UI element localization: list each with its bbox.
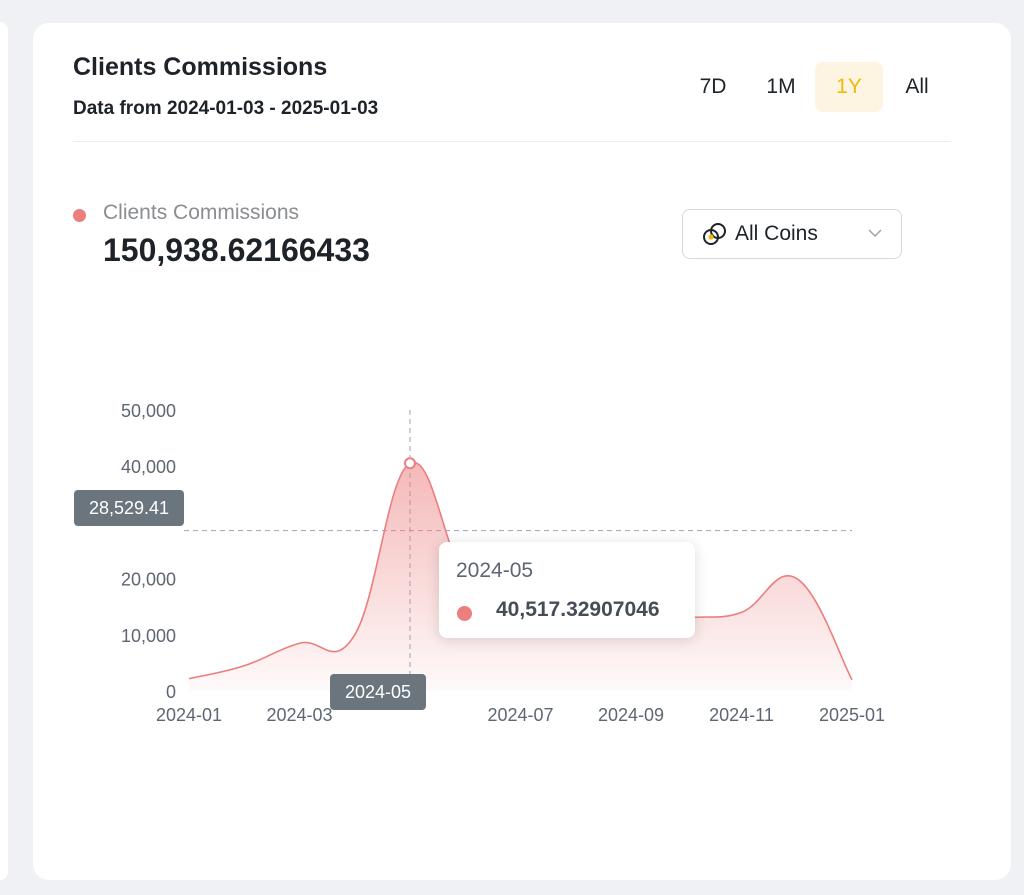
data-point[interactable] [794, 576, 800, 582]
data-point[interactable] [297, 640, 303, 646]
data-point[interactable] [849, 677, 855, 683]
x-tick-label: 2024-01 [156, 705, 222, 725]
y-tick-label: 10,000 [121, 626, 176, 646]
x-tick-label: 2025-01 [819, 705, 885, 725]
x-tick-label: 2024-07 [487, 705, 553, 725]
y-tick-label: 20,000 [121, 570, 176, 590]
tooltip-date: 2024-05 [456, 559, 534, 582]
data-point[interactable] [186, 676, 192, 682]
x-tick-label: 2024-03 [266, 705, 332, 725]
x-axis-pointer-label: 2024-05 [330, 674, 426, 710]
data-point[interactable] [241, 663, 247, 669]
commissions-area-chart: 0 10,000 20,000 40,000 50,000 2024-01 2024-03… [121, 401, 885, 725]
data-point[interactable] [352, 632, 358, 638]
y-tick-label: 50,000 [121, 401, 176, 421]
tooltip-series-dot [457, 606, 472, 621]
x-tick-label: 2024-09 [598, 705, 664, 725]
x-tick-label: 2024-11 [709, 705, 774, 725]
chart-tooltip: 2024-05 40,517.32907046 [439, 542, 695, 638]
data-point[interactable] [739, 609, 745, 615]
hovered-data-point[interactable] [404, 457, 416, 470]
y-tick-label: 0 [166, 682, 176, 702]
y-axis-pointer-label: 28,529.41 [74, 490, 184, 526]
tooltip-value: 40,517.32907046 [496, 598, 660, 621]
y-tick-label: 40,000 [121, 457, 176, 477]
